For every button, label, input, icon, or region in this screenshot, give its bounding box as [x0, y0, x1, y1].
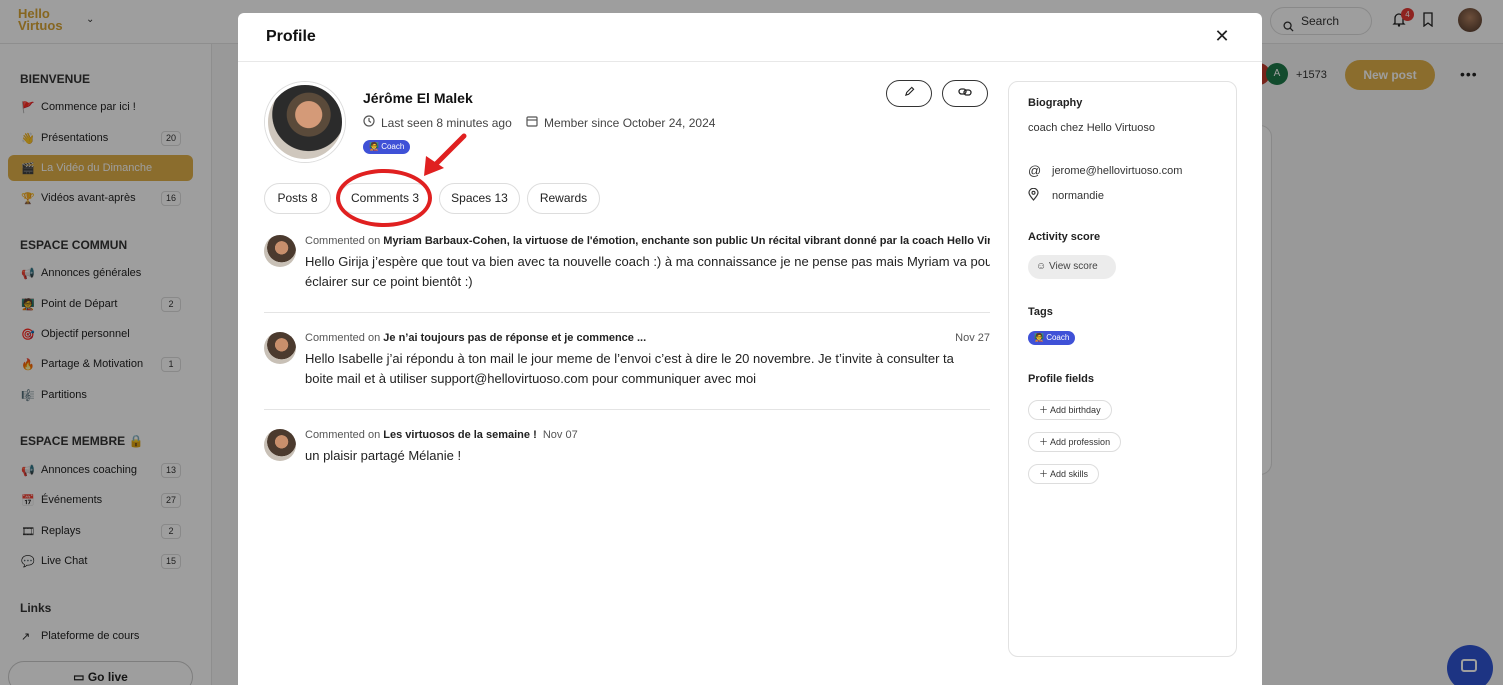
- pencil-icon: [904, 86, 915, 100]
- smiley-icon: ☺: [1036, 261, 1047, 272]
- annotation-arrow: [424, 133, 467, 176]
- comment-avatar: [264, 332, 296, 364]
- edit-profile-button[interactable]: [886, 80, 932, 107]
- profile-name: Jérôme El Malek: [363, 90, 473, 106]
- comment-avatar: [264, 235, 296, 267]
- member-since: Member since October 24, 2024: [526, 115, 715, 130]
- coach-tag[interactable]: 🧑‍🏫 Coach: [1028, 331, 1076, 345]
- tab-spaces[interactable]: Spaces 13: [439, 183, 520, 214]
- coach-badge: 🧑‍🏫 Coach: [363, 140, 411, 154]
- modal-title: Profile: [266, 28, 316, 45]
- plus-icon: ＋: [1039, 405, 1049, 415]
- comment-context: Commented on Les virtuosos de la semaine…: [305, 429, 578, 441]
- last-seen: Last seen 8 minutes ago: [363, 115, 512, 130]
- comment-context: Commented on Je n’ai toujours pas de rép…: [305, 332, 647, 344]
- comment-text: un plaisir partagé Mélanie !: [305, 448, 462, 463]
- comment-item[interactable]: Commented on Myriam Barbaux-Cohen, la vi…: [264, 235, 990, 295]
- profile-modal: Profile ✕ Jérôme El Malek Last seen 8 mi…: [238, 13, 1262, 685]
- comment-item[interactable]: Commented on Je n’ai toujours pas de rép…: [264, 332, 990, 392]
- location-row: normandie: [1028, 187, 1104, 204]
- email-value[interactable]: jerome@hellovirtuoso.com: [1052, 165, 1182, 177]
- comment-date: Nov 07: [542, 429, 578, 441]
- comment-post-link[interactable]: Je n’ai toujours pas de réponse et je co…: [383, 332, 646, 344]
- close-icon[interactable]: ✕: [1213, 27, 1231, 45]
- activity-score-title: Activity score: [1028, 231, 1101, 243]
- comment-text: Hello Girija j’espère que tout va bien a…: [305, 254, 990, 289]
- at-icon: @: [1028, 163, 1042, 178]
- plus-icon: ＋: [1039, 437, 1049, 447]
- comment-date: Nov 27: [955, 332, 990, 344]
- profile-fields-title: Profile fields: [1028, 373, 1095, 385]
- biography-text: coach chez Hello Virtuoso: [1028, 122, 1155, 134]
- location-pin-icon: [1028, 187, 1052, 204]
- tags-title: Tags: [1028, 306, 1053, 318]
- add-profession-button[interactable]: ＋ Add profession: [1028, 432, 1122, 452]
- comment-text: Hello Isabelle j’ai répondu à ton mail l…: [305, 351, 954, 386]
- email-row: @ jerome@hellovirtuoso.com: [1028, 163, 1182, 178]
- clock-icon: [363, 115, 375, 130]
- tab-posts[interactable]: Posts 8: [264, 183, 331, 214]
- link-icon: [958, 86, 972, 100]
- comment-post-link[interactable]: Myriam Barbaux-Cohen, la virtuose de l'é…: [383, 235, 990, 247]
- plus-icon: ＋: [1039, 469, 1049, 479]
- divider: [264, 312, 990, 313]
- comment-context: Commented on Myriam Barbaux-Cohen, la vi…: [305, 235, 990, 247]
- calendar-icon: [526, 115, 538, 130]
- profile-sidebar: Biography coach chez Hello Virtuoso @ je…: [1008, 81, 1237, 657]
- add-skills-button[interactable]: ＋ Add skills: [1028, 464, 1100, 484]
- profile-avatar: [265, 82, 345, 162]
- comment-avatar: [264, 429, 296, 461]
- tab-rewards[interactable]: Rewards: [527, 183, 600, 214]
- view-score-button[interactable]: ☺ View score: [1028, 255, 1116, 279]
- annotation-circle: [336, 169, 432, 227]
- comment-post-link[interactable]: Les virtuosos de la semaine !: [383, 429, 536, 441]
- divider: [238, 61, 1262, 62]
- copy-link-button[interactable]: [942, 80, 988, 107]
- biography-title: Biography: [1028, 97, 1083, 109]
- divider: [264, 409, 990, 410]
- comment-item[interactable]: Commented on Les virtuosos de la semaine…: [264, 429, 990, 469]
- add-birthday-button[interactable]: ＋ Add birthday: [1028, 400, 1112, 420]
